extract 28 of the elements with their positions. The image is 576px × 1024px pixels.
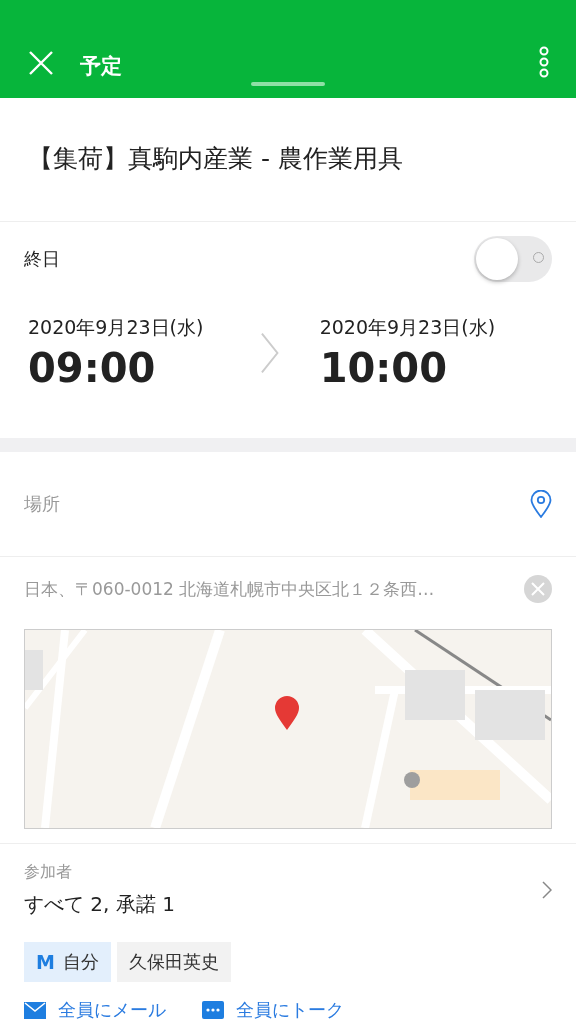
event-title: 【集荷】真駒内産業 - 農作業用具 [0, 98, 576, 222]
participant-name: 自分 [62, 950, 99, 974]
address-text: 日本、〒060-0012 北海道札幌市中央区北１２条西… [24, 577, 435, 601]
participant-chip[interactable]: M 自分 [24, 942, 111, 982]
chat-bubble-icon [202, 1001, 224, 1019]
clear-button[interactable] [524, 575, 552, 603]
participants-summary[interactable]: すべて 2, 承諾 1 [24, 891, 175, 918]
more-icon[interactable] [538, 46, 550, 78]
location-pin-icon[interactable] [530, 490, 552, 518]
end-date[interactable]: 2020年9月23日(水) [319, 315, 552, 341]
end-time[interactable]: 10:00 [319, 345, 552, 391]
chevron-right-icon[interactable] [542, 881, 552, 899]
chevron-right-icon [260, 331, 280, 375]
header-title: 予定 [80, 53, 122, 80]
start-date[interactable]: 2020年9月23日(水) [28, 315, 261, 341]
start-time[interactable]: 09:00 [28, 345, 261, 391]
close-icon [531, 582, 545, 596]
all-day-label: 終日 [24, 246, 60, 271]
participants-label: 参加者 [24, 862, 73, 883]
participant-chip[interactable]: 久保田英史 [116, 942, 231, 982]
action-link[interactable]: 全員にトーク [202, 998, 344, 1022]
avatar-initial: M [36, 951, 55, 973]
mail-icon [24, 1001, 46, 1019]
location-label: 場所 [24, 492, 60, 516]
all-day-toggle[interactable] [474, 235, 552, 282]
action-link[interactable]: 全員にメール [24, 998, 166, 1022]
drag-handle[interactable] [251, 82, 325, 86]
close-icon[interactable] [28, 50, 54, 76]
